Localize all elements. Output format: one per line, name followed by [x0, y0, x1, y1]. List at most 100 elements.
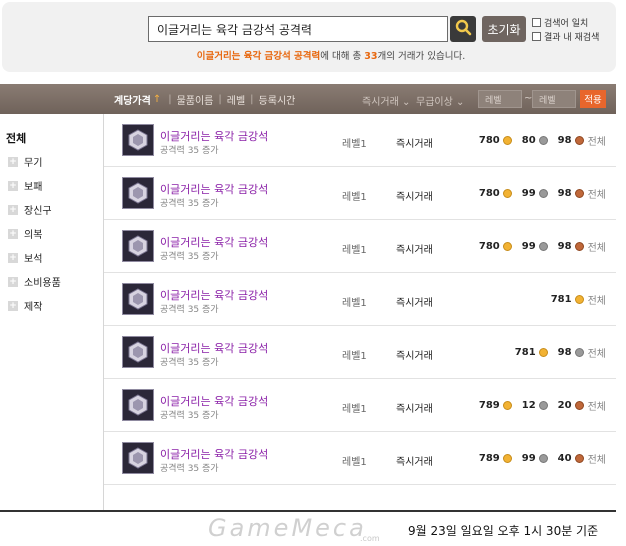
sort-up-arrow-icon: ↑ — [152, 93, 162, 105]
gem-item-icon — [122, 389, 154, 421]
level-min-input[interactable]: 레벨 — [478, 90, 522, 108]
gem-item-icon — [122, 177, 154, 209]
category-item-clothing[interactable]: + 의복 — [8, 226, 42, 241]
bronze-amount: 98 — [557, 135, 572, 146]
scope-label: 전체 — [587, 190, 606, 201]
summary-count: 33 — [364, 51, 378, 62]
sort-name-tab[interactable]: 물품이름 — [177, 92, 214, 107]
gold-amount: 780 — [478, 241, 500, 252]
watermark-logo: GameMeca — [208, 514, 367, 542]
plus-icon: + — [8, 204, 18, 215]
search-input[interactable]: 이글거리는 육각 금강석 공격력 — [148, 16, 448, 42]
item-level: 레벨1 — [342, 457, 367, 468]
market-page: 이글거리는 육각 금강석 공격력 초기화 검색어 일치 결과 내 재검색 이글거… — [0, 0, 626, 546]
search-within-checkbox[interactable] — [532, 32, 541, 41]
listing-row[interactable]: 이글거리는 육각 금강석 공격력 35 증가 레벨1 즉시거래 789 99 4… — [104, 432, 616, 485]
listing-row[interactable]: 이글거리는 육각 금강석 공격력 35 증가 레벨1 즉시거래 780 99 9… — [104, 167, 616, 220]
gem-item-icon — [122, 283, 154, 315]
exact-match-checkbox[interactable] — [532, 18, 541, 27]
item-level: 레벨1 — [342, 404, 367, 415]
silver-coin-icon — [574, 348, 584, 357]
reset-button[interactable]: 초기화 — [482, 16, 526, 42]
gold-coin-icon — [502, 454, 512, 463]
scope-label: 전체 — [587, 349, 606, 360]
item-name[interactable]: 이글거리는 육각 금강석 — [160, 181, 268, 197]
category-item-gem[interactable]: + 보석 — [8, 250, 42, 265]
sort-level-tab[interactable]: 레벨 — [227, 92, 245, 107]
item-name[interactable]: 이글거리는 육각 금강석 — [160, 234, 268, 250]
category-sidebar: 전체 + 무기 + 보패 + 장신구 + 의복 + 보석 + 소비용품 + 제작 — [0, 114, 104, 510]
silver-amount: 12 — [521, 400, 536, 411]
item-name[interactable]: 이글거리는 육각 금강석 — [160, 340, 268, 356]
silver-amount: 99 — [521, 453, 536, 464]
bronze-coin-icon — [574, 136, 584, 145]
apply-button[interactable]: 적용 — [580, 90, 606, 108]
bronze-coin-icon — [574, 189, 584, 198]
gold-amount: 780 — [478, 188, 500, 199]
scope-label: 전체 — [587, 402, 606, 413]
item-stat: 공격력 35 증가 — [160, 411, 219, 421]
exact-match-option[interactable]: 검색어 일치 — [532, 16, 588, 29]
result-summary: 이글거리는 육각 금강석 공격력에 대해 총 33개의 거래가 있습니다. — [2, 48, 616, 62]
item-name[interactable]: 이글거리는 육각 금강석 — [160, 446, 268, 462]
silver-coin-icon — [538, 454, 548, 463]
listing-row[interactable]: 이글거리는 육각 금강석 공격력 35 증가 레벨1 즉시거래 789 12 2… — [104, 379, 616, 432]
listing-row[interactable]: 이글거리는 육각 금강석 공격력 35 증가 레벨1 즉시거래 780 99 9… — [104, 220, 616, 273]
listing-row[interactable]: 이글거리는 육각 금강석 공격력 35 증가 레벨1 즉시거래 781 98 전… — [104, 326, 616, 379]
item-stat: 공격력 35 증가 — [160, 146, 219, 156]
sort-time-tab[interactable]: 등록시간 — [259, 92, 296, 107]
silver-amount: 99 — [521, 241, 536, 252]
divider: | — [250, 93, 254, 105]
item-name[interactable]: 이글거리는 육각 금강석 — [160, 287, 268, 303]
category-all[interactable]: 전체 — [6, 130, 26, 146]
category-item-crafting[interactable]: + 제작 — [8, 298, 42, 313]
trade-type: 즉시거래 — [396, 139, 433, 150]
search-icon — [454, 18, 472, 40]
level-max-input[interactable]: 레벨 — [532, 90, 576, 108]
category-item-weapon[interactable]: + 무기 — [8, 154, 42, 169]
trade-type-dropdown[interactable]: 즉시거래 ⌄ — [362, 93, 410, 108]
item-name[interactable]: 이글거리는 육각 금강석 — [160, 393, 268, 409]
trade-type: 즉시거래 — [396, 298, 433, 309]
category-label: 보석 — [24, 254, 43, 265]
trade-type: 즉시거래 — [396, 457, 433, 468]
listing-row[interactable]: 이글거리는 육각 금강석 공격력 35 증가 레벨1 즉시거래 781 전체 — [104, 273, 616, 326]
category-label: 소비용품 — [24, 278, 61, 289]
plus-icon: + — [8, 180, 18, 191]
silver-coin-icon — [538, 401, 548, 410]
sort-price-tab[interactable]: 계당가격 — [114, 92, 151, 107]
scope-label: 전체 — [587, 137, 606, 148]
gem-item-icon — [122, 230, 154, 262]
gold-coin-icon — [502, 136, 512, 145]
item-name[interactable]: 이글거리는 육각 금강석 — [160, 128, 268, 144]
gem-item-icon — [122, 442, 154, 474]
item-stat: 공격력 35 증가 — [160, 464, 219, 474]
bronze-amount: 20 — [557, 400, 572, 411]
exact-match-label: 검색어 일치 — [544, 19, 589, 29]
list-header-bar: 계당가격 ↑ | 물품이름 | 레벨 | 등록시간 즉시거래 ⌄ 무급이상 ⌄ … — [0, 84, 616, 114]
item-price: 781 98 전체 — [515, 345, 606, 360]
bronze-coin-icon — [574, 401, 584, 410]
bronze-coin-icon — [574, 242, 584, 251]
summary-mid: 에 대해 총 — [320, 51, 365, 62]
search-button[interactable] — [450, 16, 476, 42]
item-price: 780 99 98 전체 — [479, 186, 606, 201]
category-label: 장신구 — [24, 206, 52, 217]
category-item-consumable[interactable]: + 소비용품 — [8, 274, 61, 289]
category-item-treasure[interactable]: + 보패 — [8, 178, 42, 193]
item-price: 789 12 20 전체 — [479, 398, 606, 413]
search-within-option[interactable]: 결과 내 재검색 — [532, 30, 599, 43]
timestamp-caption: 9월 23일 일요일 오후 1시 30분 기준 — [408, 524, 599, 538]
bronze-coin-icon — [574, 454, 584, 463]
gold-amount: 781 — [550, 294, 572, 305]
gem-item-icon — [122, 336, 154, 368]
listing-row[interactable]: 이글거리는 육각 금강석 공격력 35 증가 레벨1 즉시거래 780 80 9… — [104, 114, 616, 167]
category-item-accessory[interactable]: + 장신구 — [8, 202, 52, 217]
item-stat: 공격력 35 증가 — [160, 358, 219, 368]
gold-amount: 789 — [478, 453, 500, 464]
trade-type: 즉시거래 — [396, 245, 433, 256]
watermark-domain: .com — [360, 534, 380, 543]
grade-dropdown[interactable]: 무급이상 ⌄ — [416, 93, 464, 108]
silver-coin-icon — [538, 136, 548, 145]
item-price: 780 80 98 전체 — [479, 133, 606, 148]
